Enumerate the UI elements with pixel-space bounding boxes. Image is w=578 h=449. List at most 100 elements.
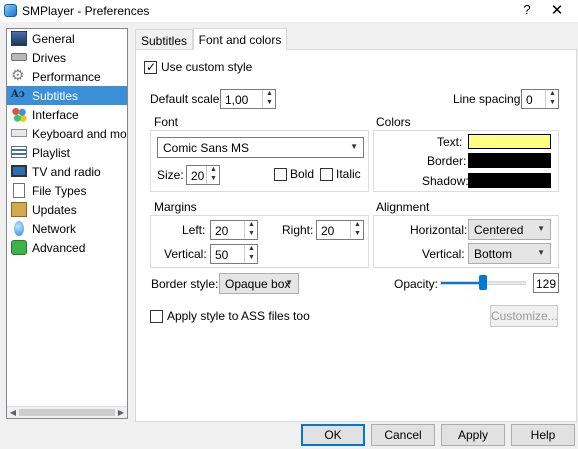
sidebar-item-label: Interface xyxy=(32,108,79,122)
chevron-down-icon: ▼ xyxy=(537,224,545,233)
sidebar-item-file-types[interactable]: File Types xyxy=(7,181,127,200)
spin-down-icon[interactable]: ▼ xyxy=(547,99,558,106)
spin-up-icon[interactable]: ▲ xyxy=(352,221,363,228)
font-group-title: Font xyxy=(154,115,179,129)
line-spacing-spinbox[interactable]: 0 ▲ ▼ xyxy=(521,89,559,109)
border-color-button[interactable] xyxy=(468,153,551,168)
sidebar-item-keyboard-mouse[interactable]: Keyboard and mouse xyxy=(7,124,127,143)
sidebar-item-general[interactable]: General xyxy=(7,29,127,48)
spin-down-icon[interactable]: ▼ xyxy=(264,99,275,106)
sidebar-item-playlist[interactable]: Playlist xyxy=(7,143,127,162)
title-close-button[interactable]: ✕ xyxy=(547,1,567,19)
vertical-margin-value: 50 xyxy=(215,248,229,262)
alignment-group-title: Alignment xyxy=(376,200,430,214)
font-size-spinbox[interactable]: 20 ▲ ▼ xyxy=(186,165,220,185)
scrollbar-thumb[interactable] xyxy=(19,409,115,416)
title-help-button[interactable]: ? xyxy=(520,2,534,17)
sidebar-item-performance[interactable]: ⚙ Performance xyxy=(7,67,127,86)
italic-label: Italic xyxy=(336,167,361,181)
sidebar-item-drives[interactable]: Drives xyxy=(7,48,127,67)
vertical-align-combobox[interactable]: Bottom ▼ xyxy=(468,243,551,264)
scroll-right-arrow-icon[interactable]: ▶ xyxy=(116,408,126,417)
spin-down-icon[interactable]: ▼ xyxy=(352,230,363,237)
left-margin-spinbox[interactable]: 20 ▲ ▼ xyxy=(210,220,258,240)
tab-subtitles[interactable]: Subtitles xyxy=(135,29,193,50)
right-margin-value: 20 xyxy=(321,224,335,238)
line-spacing-value: 0 xyxy=(526,93,533,107)
opacity-slider-fill xyxy=(441,282,483,284)
sidebar-item-label: Subtitles xyxy=(32,89,79,103)
interface-icon xyxy=(11,107,27,122)
apply-ass-checkbox[interactable] xyxy=(150,310,163,323)
chevron-down-icon: ▼ xyxy=(350,142,358,151)
spin-buttons[interactable]: ▲ ▼ xyxy=(350,221,363,239)
border-style-combobox[interactable]: Opaque box ▼ xyxy=(219,273,299,294)
spin-down-icon[interactable]: ▼ xyxy=(246,254,257,261)
spin-buttons[interactable]: ▲ ▼ xyxy=(244,245,257,263)
sidebar-item-label: Performance xyxy=(32,70,101,84)
sidebar-item-updates[interactable]: Updates xyxy=(7,200,127,219)
chevron-down-icon: ▼ xyxy=(537,248,545,257)
font-size-value: 20 xyxy=(191,169,205,183)
use-custom-style-checkbox[interactable] xyxy=(144,60,157,74)
spin-down-icon[interactable]: ▼ xyxy=(208,175,219,182)
gear-icon: ⚙ xyxy=(11,67,25,84)
cancel-button[interactable]: Cancel xyxy=(371,424,435,446)
sidebar-item-subtitles[interactable]: Aↄ Subtitles xyxy=(7,86,127,105)
apply-button[interactable]: Apply xyxy=(441,424,505,446)
sidebar-item-label: General xyxy=(32,32,75,46)
vertical-margin-spinbox[interactable]: 50 ▲ ▼ xyxy=(210,244,258,264)
sidebar-item-label: Keyboard and mouse xyxy=(32,127,127,141)
spin-buttons[interactable]: ▲ ▼ xyxy=(244,221,257,239)
spin-buttons[interactable]: ▲ ▼ xyxy=(545,90,558,108)
updates-icon xyxy=(11,202,27,217)
default-scale-label: Default scale: xyxy=(150,92,223,106)
help-button[interactable]: Help xyxy=(511,424,575,446)
sidebar-horizontal-scrollbar[interactable]: ◀ ▶ xyxy=(7,406,127,418)
ok-button[interactable]: OK xyxy=(301,424,365,446)
filetypes-icon xyxy=(13,183,25,198)
horizontal-align-value: Centered xyxy=(474,223,524,237)
sidebar-item-advanced[interactable]: Advanced xyxy=(7,238,127,257)
horizontal-align-combobox[interactable]: Centered ▼ xyxy=(468,219,551,240)
italic-checkbox[interactable] xyxy=(320,168,333,181)
sidebar-item-tv-radio[interactable]: TV and radio xyxy=(7,162,127,181)
bold-checkbox[interactable] xyxy=(274,168,287,181)
text-color-button[interactable] xyxy=(468,134,551,149)
spin-up-icon[interactable]: ▲ xyxy=(246,221,257,228)
left-margin-value: 20 xyxy=(215,224,229,238)
spin-up-icon[interactable]: ▲ xyxy=(547,90,558,97)
spin-buttons[interactable]: ▲ ▼ xyxy=(262,90,275,108)
font-family-value: Comic Sans MS xyxy=(163,141,250,155)
right-margin-label: Right: xyxy=(282,223,314,237)
sidebar-item-label: Updates xyxy=(32,203,77,217)
customize-button[interactable]: Customize... xyxy=(490,305,558,327)
size-label: Size: xyxy=(157,168,184,182)
vertical-margin-label: Vertical: xyxy=(164,247,207,261)
window-title: SMPlayer - Preferences xyxy=(22,4,150,18)
tab-font-and-colors[interactable]: Font and colors xyxy=(193,28,287,50)
spin-up-icon[interactable]: ▲ xyxy=(208,166,219,173)
opacity-slider-thumb[interactable] xyxy=(479,275,487,290)
shadow-color-button[interactable] xyxy=(468,173,551,188)
opacity-slider-track[interactable] xyxy=(440,275,526,290)
sidebar-item-label: TV and radio xyxy=(32,165,101,179)
opacity-value-box[interactable]: 129 xyxy=(533,273,559,293)
default-scale-spinbox[interactable]: 1,00 ▲ ▼ xyxy=(220,89,276,109)
scroll-left-arrow-icon[interactable]: ◀ xyxy=(8,408,18,417)
default-scale-value: 1,00 xyxy=(225,93,249,107)
sidebar-item-network[interactable]: Network xyxy=(7,219,127,238)
spin-down-icon[interactable]: ▼ xyxy=(246,230,257,237)
spin-up-icon[interactable]: ▲ xyxy=(246,245,257,252)
sidebar-item-interface[interactable]: Interface xyxy=(7,105,127,124)
use-custom-style-label: Use custom style xyxy=(161,60,253,74)
title-bar: SMPlayer - Preferences ? ✕ xyxy=(0,0,578,22)
sidebar-item-label: Drives xyxy=(32,51,67,65)
font-family-combobox[interactable]: Comic Sans MS ▼ xyxy=(157,137,364,158)
subtitles-icon: Aↄ xyxy=(11,89,25,100)
spin-buttons[interactable]: ▲ ▼ xyxy=(206,166,219,184)
right-margin-spinbox[interactable]: 20 ▲ ▼ xyxy=(316,220,364,240)
spin-up-icon[interactable]: ▲ xyxy=(264,90,275,97)
left-margin-label: Left: xyxy=(182,223,206,237)
keyboard-icon xyxy=(11,129,27,137)
